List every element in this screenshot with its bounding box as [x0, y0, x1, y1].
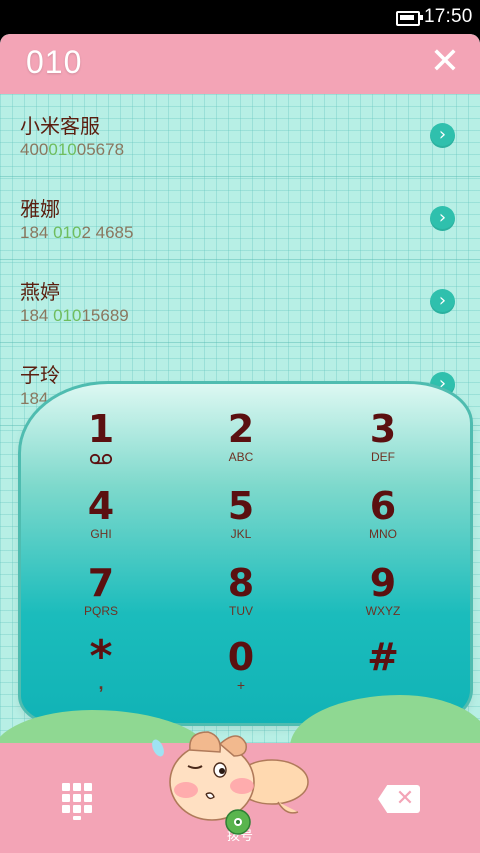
- call-button[interactable]: [150, 724, 330, 844]
- contact-number: 184 0102 4685: [20, 223, 133, 243]
- contact-results-list: 小米客服 40001005678 › 雅娜 184 0102 4685 › 燕婷…: [0, 94, 480, 426]
- key-digit: 8: [227, 561, 255, 605]
- dial-key-6[interactable]: 6 MNO: [323, 485, 443, 557]
- close-icon[interactable]: ✕: [428, 44, 462, 80]
- key-digit: 4: [87, 484, 115, 528]
- contact-name: 小米客服: [20, 114, 100, 138]
- key-digit: #: [367, 635, 399, 679]
- key-digit: 7: [87, 561, 115, 605]
- dialpad: 1 2 ABC 3 DEF 4 GHI 5 JKL 6 MNO 7 PQRS 8…: [18, 381, 473, 726]
- search-header: 010 ✕: [0, 34, 480, 94]
- contact-name: 雅娜: [20, 197, 60, 221]
- mascot-call-icon: [152, 731, 309, 835]
- number-prefix: 400: [20, 140, 49, 159]
- key-digit: 3: [369, 407, 397, 451]
- contact-detail-arrow-icon[interactable]: ›: [430, 123, 455, 148]
- contact-number: 184 01015689: [20, 306, 129, 326]
- key-digit: *: [89, 631, 113, 682]
- contact-detail-arrow-icon[interactable]: ›: [430, 289, 455, 314]
- key-letters: DEF: [371, 450, 395, 464]
- dialed-number: 010: [26, 44, 83, 80]
- dialer-screen: 010 ✕ 小米客服 40001005678 › 雅娜 184 0102 468…: [0, 34, 480, 853]
- dial-key-4[interactable]: 4 GHI: [41, 485, 161, 557]
- dial-key-0[interactable]: 0 +: [181, 636, 301, 708]
- key-letters: TUV: [229, 604, 253, 618]
- number-prefix: 184: [20, 223, 54, 242]
- number-suffix: 05678: [76, 140, 125, 159]
- status-bar: 17:50: [0, 0, 480, 34]
- key-digit: 5: [227, 484, 255, 528]
- battery-icon: [396, 11, 423, 26]
- number-suffix: 15689: [81, 306, 129, 325]
- key-digit: 2: [227, 407, 255, 451]
- number-suffix: 2 4685: [81, 223, 134, 242]
- key-digit: 9: [369, 561, 397, 605]
- key-letters: JKL: [230, 527, 252, 541]
- contact-detail-arrow-icon[interactable]: ›: [430, 206, 455, 231]
- contact-name: 燕婷: [20, 280, 60, 304]
- number-match-highlight: 010: [53, 306, 82, 325]
- contact-result-row[interactable]: 燕婷 184 01015689 ›: [0, 260, 480, 343]
- number-match-highlight: 010: [48, 140, 77, 159]
- dial-key-5[interactable]: 5 JKL: [181, 485, 301, 557]
- key-digit: 0: [227, 635, 255, 679]
- key-letters: ,: [98, 673, 104, 693]
- key-letters: WXYZ: [365, 604, 401, 618]
- backspace-icon[interactable]: ✕: [378, 785, 420, 813]
- contact-number: 40001005678: [20, 140, 124, 160]
- dial-key-8[interactable]: 8 TUV: [181, 562, 301, 634]
- key-digit: 6: [369, 484, 397, 528]
- key-letters: ABC: [228, 450, 254, 464]
- dial-key-3[interactable]: 3 DEF: [323, 408, 443, 480]
- status-clock: 17:50: [424, 6, 473, 27]
- number-prefix: 184: [20, 306, 54, 325]
- key-letters: MNO: [369, 527, 397, 541]
- dial-key-7[interactable]: 7 PQRS: [41, 562, 161, 634]
- contact-result-row[interactable]: 雅娜 184 0102 4685 ›: [0, 177, 480, 260]
- key-letters: PQRS: [83, 604, 118, 618]
- dialpad-grid-icon[interactable]: [62, 783, 94, 820]
- number-match-highlight: 010: [53, 223, 82, 242]
- contact-name: 子玲: [20, 363, 60, 387]
- contact-result-row[interactable]: 小米客服 40001005678 ›: [0, 94, 480, 177]
- key-digit: 1: [87, 407, 115, 451]
- dial-key-2[interactable]: 2 ABC: [181, 408, 301, 480]
- key-letters: +: [236, 677, 246, 693]
- voicemail-icon: [89, 453, 113, 465]
- dial-key-1[interactable]: 1: [41, 408, 161, 480]
- dial-key-9[interactable]: 9 WXYZ: [323, 562, 443, 634]
- dial-key-star[interactable]: * ,: [41, 631, 161, 708]
- key-letters: GHI: [90, 527, 112, 541]
